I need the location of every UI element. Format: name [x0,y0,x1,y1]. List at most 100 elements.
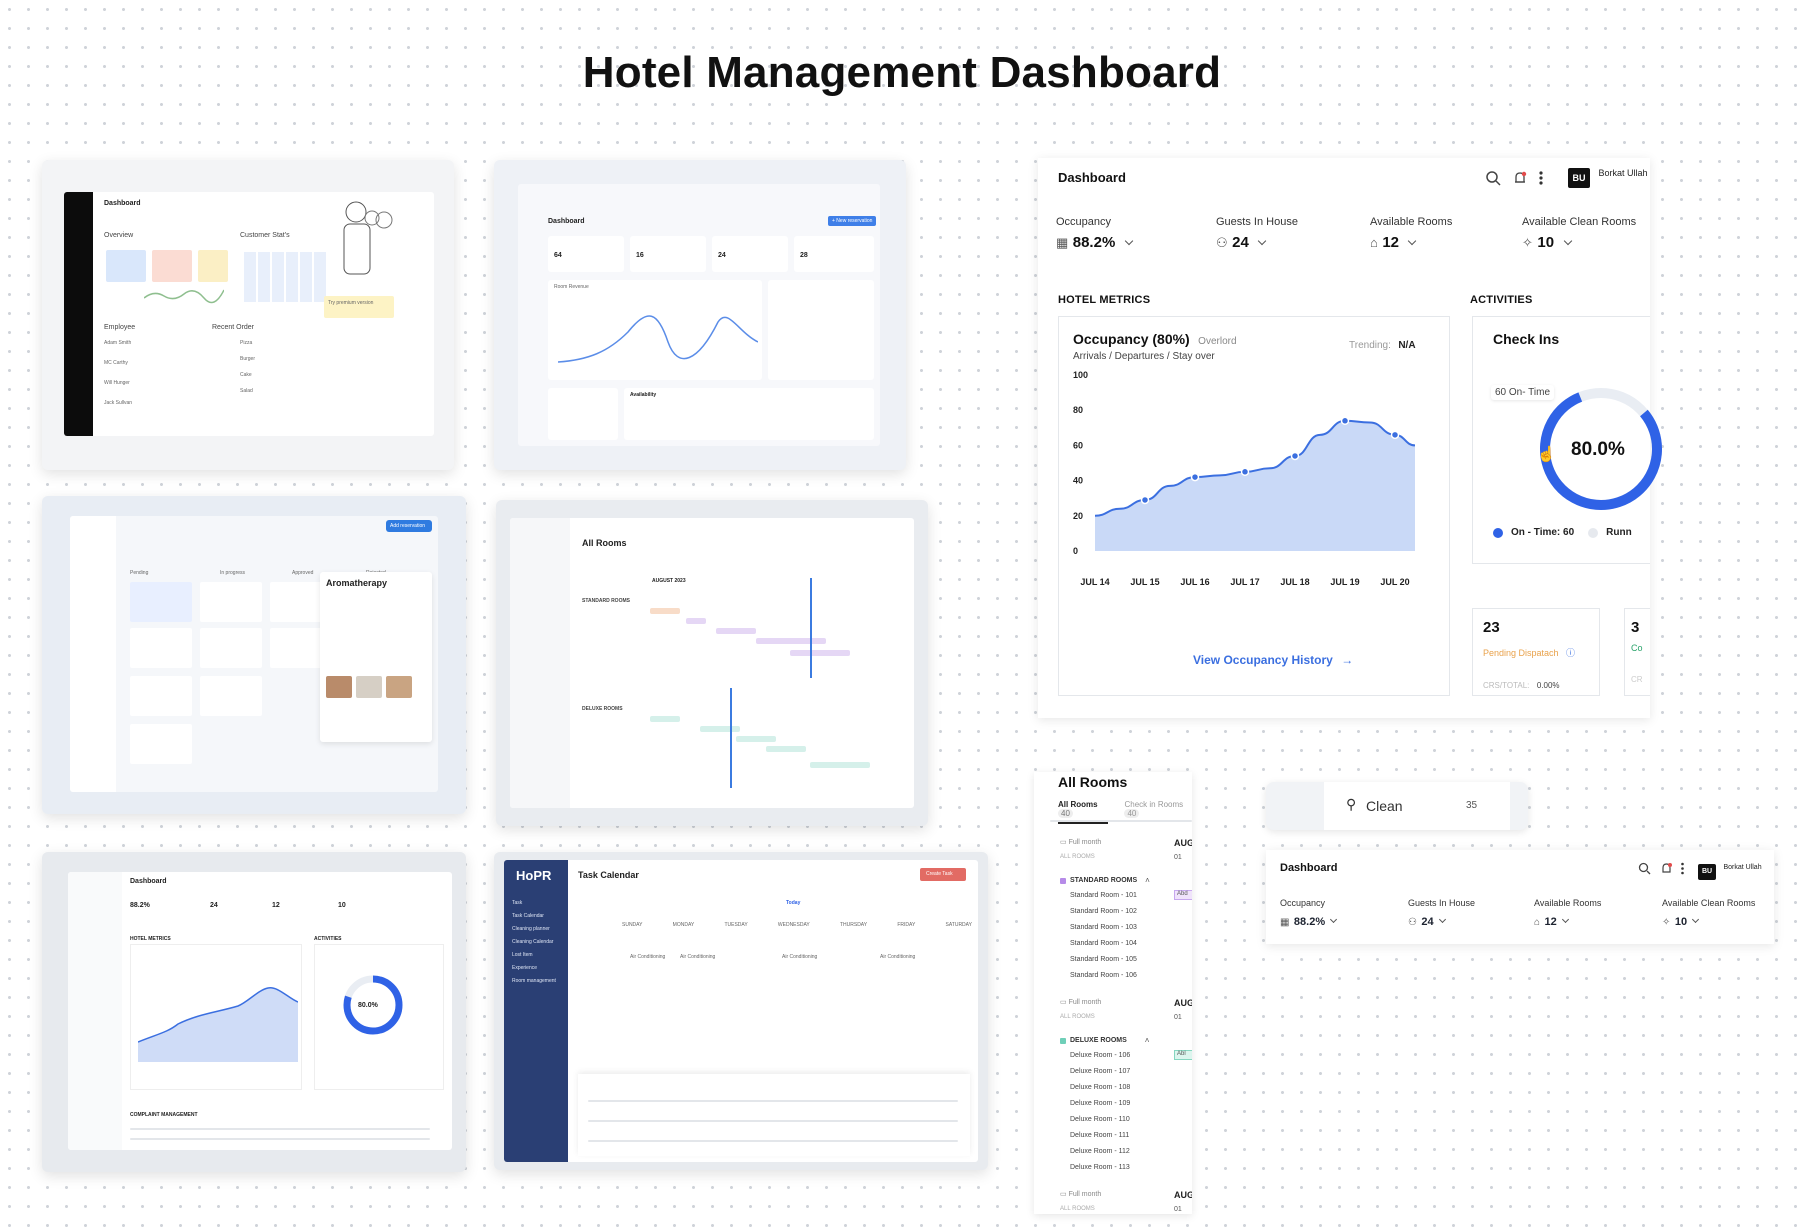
completed-card: 3 Co CR [1624,608,1650,696]
search-icon[interactable] [1485,170,1501,191]
booking-badge[interactable]: Abl [1174,1050,1192,1060]
pending-dispatch-card: 23 Pending Dispatach ⓘ CRS/TOTAL: 0.00% [1472,608,1600,696]
full-month-select[interactable]: ▭ Full month [1060,1190,1101,1198]
occupancy-subtitle: Arrivals / Departures / Stay over [1073,351,1215,362]
thumb-restaurant-dashboard[interactable]: Dashboard Overview Customer Stat's Try p… [42,160,454,470]
stat-available-rooms[interactable]: Available Rooms ⌂ 12 [1370,216,1452,252]
order-row: Cake [240,372,252,378]
employee-row: Adam Smith [104,340,132,346]
thumb-room-revenue: Room Revenue [554,284,589,290]
room-row: Standard Room - 105 [1070,956,1137,963]
data-point [1290,451,1300,461]
stat-clean-rooms[interactable]: Available Clean Rooms ✧ 10 [1522,216,1636,252]
activities-heading: ACTIVITIES [1470,294,1533,306]
thumb-title: Task Calendar [578,870,639,880]
room-row: Deluxe Room - 106 [1070,1052,1131,1059]
tab-count: 40 [1124,809,1140,818]
data-point [1190,472,1200,482]
x-tick-label: JUL 15 [1130,577,1159,587]
thumb-availability: Availability [630,392,657,398]
room-row: Standard Room - 101 [1070,892,1137,899]
mini-stat-guests[interactable]: Guests In House ⚇ 24 [1408,898,1475,930]
user-menu[interactable]: BU Borkat Ullah [1568,168,1647,188]
thumb-title: All Rooms [582,538,627,548]
all-rooms-label: ALL ROOMS [1060,1014,1095,1020]
room-row: Deluxe Room - 109 [1070,1100,1131,1107]
full-month-select[interactable]: ▭ Full month [1060,998,1101,1006]
sidebar-item: Lost Item [512,952,533,958]
clean-label: Clean [1366,798,1403,814]
standard-rooms-group[interactable]: STANDARD ROOMS ˄ [1060,876,1150,885]
stat-value: 10 [1537,234,1555,251]
view-history-label: View Occupancy History [1193,653,1333,667]
stat-label: Guests In House [1408,898,1476,908]
crs-label: CRS/TOTAL: [1483,681,1530,690]
room-row: Deluxe Room - 107 [1070,1068,1131,1075]
thumb-reservations-board[interactable]: Add reservation Pending In progress Appr… [42,496,466,814]
full-month-label: Full month [1068,999,1102,1006]
notification-bell-icon[interactable] [1512,170,1528,191]
stat-value: 10 [1674,916,1688,928]
deluxe-rooms-group[interactable]: DELUXE ROOMS ˄ [1060,1036,1149,1045]
page-title: Hotel Management Dashboard [582,48,1222,97]
user-name: Borkat Ullah [1598,168,1648,178]
thumb-month: AUGUST 2023 [652,578,686,584]
day-number: 01 [1174,1206,1182,1213]
chevron-down-icon [1258,236,1267,246]
thumb-new-res-button: + New reservation [832,218,873,224]
employee-row: Will Hunger [104,380,130,386]
view-history-link[interactable]: View Occupancy History → [1193,651,1353,669]
thumb-rooms-val: 12 [272,902,280,909]
user-avatar: BU [1568,168,1590,188]
second-crs: CR [1631,675,1643,684]
room-row: Standard Room - 102 [1070,908,1137,915]
search-icon[interactable] [1638,862,1651,880]
checkins-title: Check Ins [1493,331,1560,347]
data-point [1340,416,1350,426]
thumb-task-sidebar: Task Task Calendar Cleaning planner Clea… [512,900,556,991]
thumb-revenue-dashboard[interactable]: Dashboard + New reservation 64 16 24 28 … [494,160,906,470]
more-vertical-icon[interactable] [1538,170,1544,191]
x-tick-label: JUL 20 [1380,577,1409,587]
thumb-recent-order: Recent Order [212,324,255,331]
x-tick-label: JUL 16 [1180,577,1209,587]
user-menu[interactable]: BU Borkat Ullah [1698,860,1762,880]
stat-guests[interactable]: Guests In House ⚇ 24 [1216,216,1298,252]
room-row: Deluxe Room - 110 [1070,1116,1130,1123]
chevron-down-icon [1408,236,1417,246]
mini-stat-occupancy[interactable]: Occupancy ▦ 88.2% [1280,898,1338,930]
stat-label: Occupancy [1056,216,1112,228]
order-row: Burger [240,356,256,362]
stat-label: Guests In House [1216,216,1298,228]
chevron-up-icon: ˄ [1144,1036,1150,1045]
thumb-hotel-dashboard[interactable]: Dashboard 88.2% 24 12 10 HOTEL METRICS A… [42,852,466,1172]
chevron-down-icon [1330,915,1338,924]
chevron-down-icon [1438,915,1446,924]
more-vertical-icon[interactable] [1680,862,1685,880]
mini-stat-clean-rooms[interactable]: Available Clean Rooms ✧ 10 [1662,898,1755,930]
day-label: MONDAY [672,922,695,928]
thumb-all-rooms-calendar[interactable]: All Rooms AUGUST 2023 STANDARD ROOMS DEL… [496,500,928,826]
today-button: Today [786,900,801,906]
full-month-select[interactable]: ▭ Full month [1060,838,1101,846]
booking-badge[interactable]: Abd [1174,890,1192,900]
chevron-down-icon [1561,915,1569,924]
stat-occupancy[interactable]: Occupancy ▦ 88.2% [1056,216,1133,252]
sparkle-icon: ✧ [1522,235,1533,250]
order-row: Salad [240,388,253,394]
notification-bell-icon[interactable] [1660,862,1673,880]
thumb-clean-val: 10 [338,902,346,909]
full-month-label: Full month [1068,1191,1102,1198]
users-icon: ⚇ [1408,917,1417,928]
thumb-task-calendar[interactable]: HoPR Task Task Calendar Cleaning planner… [494,852,988,1170]
y-tick-label: 20 [1073,511,1083,521]
group-color-swatch [1060,1037,1066,1044]
clean-filter-chip[interactable]: ⚲ Clean 35 [1266,782,1528,830]
y-tick-label: 40 [1073,476,1083,486]
hotel-metrics-heading: HOTEL METRICS [1058,294,1151,306]
thumb-donut-val: 80.0% [358,1002,378,1009]
data-point [1140,495,1150,505]
group-label: STANDARD ROOMS [1070,877,1138,884]
mini-stat-available-rooms[interactable]: Available Rooms ⌂ 12 [1534,898,1601,930]
ontime-badge: 60 On- Time [1491,385,1555,400]
